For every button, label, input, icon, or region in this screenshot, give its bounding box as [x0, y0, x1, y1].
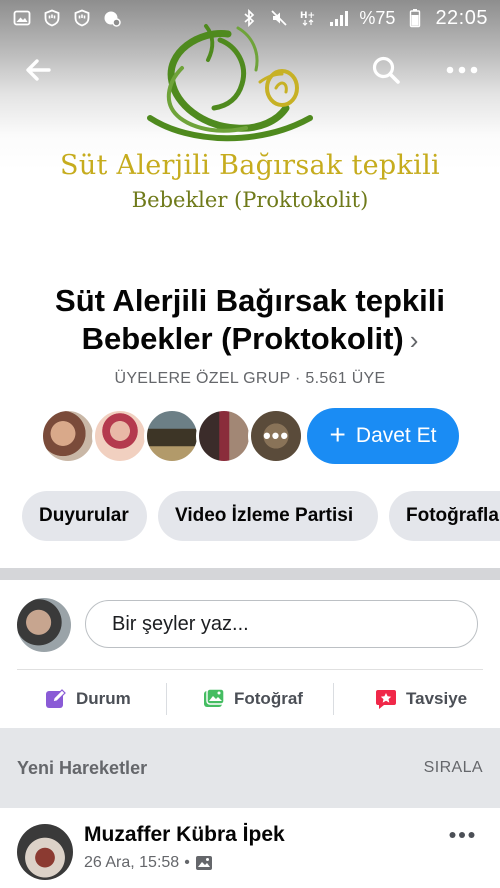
- bluetooth-icon: [239, 8, 259, 28]
- search-button[interactable]: [362, 46, 410, 94]
- photo-action-button[interactable]: Fotoğraf: [202, 680, 303, 718]
- status-action-button[interactable]: Durum: [44, 680, 131, 718]
- post-author-avatar[interactable]: [17, 824, 73, 880]
- battery-percent: %75: [359, 7, 396, 28]
- status-time: 22:05: [435, 6, 488, 29]
- invite-button-label: Davet Et: [355, 424, 437, 447]
- gallery-notification-icon: [12, 8, 32, 28]
- mute-icon: [269, 8, 289, 28]
- svg-text:H+: H+: [300, 11, 315, 21]
- post-timestamp[interactable]: 26 Ara, 15:58: [84, 854, 179, 872]
- recent-activity-title: Yeni Hareketler: [17, 757, 148, 778]
- more-horizontal-icon: [449, 832, 475, 838]
- invite-button[interactable]: + Davet Et: [307, 408, 459, 464]
- sort-button[interactable]: SIRALA: [424, 759, 483, 777]
- group-cover[interactable]: Süt Alerjili Bağırsak tepkili Bebekler (…: [0, 0, 500, 262]
- plus-icon: +: [329, 418, 346, 450]
- status-bar: H+ %75 22:05: [0, 0, 500, 36]
- recent-activity-header: Yeni Hareketler SIRALA: [0, 728, 500, 808]
- recommend-star-icon: [376, 690, 396, 709]
- action-separator: [333, 683, 334, 715]
- more-options-button[interactable]: [438, 46, 486, 94]
- photo-action-label: Fotoğraf: [234, 689, 303, 708]
- action-separator: [166, 683, 167, 715]
- member-avatar[interactable]: [92, 408, 148, 464]
- arrow-left-icon: [26, 59, 51, 81]
- shield-hand-icon-2: [72, 8, 92, 28]
- section-divider: [0, 568, 500, 580]
- member-avatar[interactable]: [40, 408, 96, 464]
- recommend-action-label: Tavsiye: [406, 689, 468, 708]
- member-avatar[interactable]: [196, 408, 252, 464]
- composer-actions: Durum Fotoğraf Tavsiye: [0, 680, 500, 718]
- group-name-line2: Bebekler (Proktokolit) ›: [20, 320, 480, 359]
- more-horizontal-icon: [446, 66, 478, 74]
- hplus-data-icon: H+: [299, 8, 319, 28]
- tab-photos[interactable]: Fotoğrafla: [389, 491, 500, 541]
- top-nav-bar: [0, 46, 500, 94]
- tab-watch-party[interactable]: Video İzleme Partisi: [158, 491, 378, 541]
- status-action-label: Durum: [76, 689, 131, 708]
- cover-subtitle: Bebekler (Proktokolit): [131, 188, 369, 212]
- photo-icon: [204, 688, 225, 707]
- search-icon: [372, 56, 400, 84]
- group-name[interactable]: Süt Alerjili Bağırsak tepkili Bebekler (…: [20, 282, 480, 359]
- location-settings-icon: [102, 8, 122, 28]
- more-members-dots: •••: [251, 411, 301, 461]
- status-right-icons: H+ %75 22:05: [239, 7, 488, 30]
- shield-hand-icon: [42, 8, 62, 28]
- tab-announcements[interactable]: Duyurular: [22, 491, 147, 541]
- post-composer-input[interactable]: Bir şeyler yaz...: [85, 600, 478, 648]
- signal-icon: [329, 8, 349, 28]
- photo-album-icon: [195, 856, 212, 870]
- post-author-name[interactable]: Muzaffer Kübra İpek: [84, 823, 285, 847]
- group-privacy-member-count: ÜYELERE ÖZEL GRUP · 5.561 ÜYE: [114, 370, 386, 387]
- chevron-right-icon: ›: [409, 325, 419, 355]
- current-user-avatar[interactable]: [17, 598, 71, 652]
- cover-title: Süt Alerjili Bağırsak tepkili: [60, 150, 440, 181]
- more-members-avatar[interactable]: •••: [248, 408, 304, 464]
- meta-separator: •: [184, 854, 190, 871]
- group-name-line1: Süt Alerjili Bağırsak tepkili: [55, 283, 445, 318]
- edit-square-icon: [46, 689, 66, 708]
- post-more-options-button[interactable]: [438, 820, 486, 850]
- group-tabs: Duyurular Video İzleme Partisi Fotoğrafl…: [22, 491, 500, 541]
- battery-icon: [405, 8, 425, 28]
- post-meta: 26 Ara, 15:58 •: [84, 854, 213, 872]
- recommend-action-button[interactable]: Tavsiye: [374, 680, 467, 718]
- composer-divider: [17, 669, 483, 670]
- status-left-icons: [12, 8, 122, 28]
- back-button[interactable]: [14, 46, 62, 94]
- group-name-line2-text: Bebekler (Proktokolit): [81, 321, 404, 356]
- member-avatar[interactable]: [144, 408, 200, 464]
